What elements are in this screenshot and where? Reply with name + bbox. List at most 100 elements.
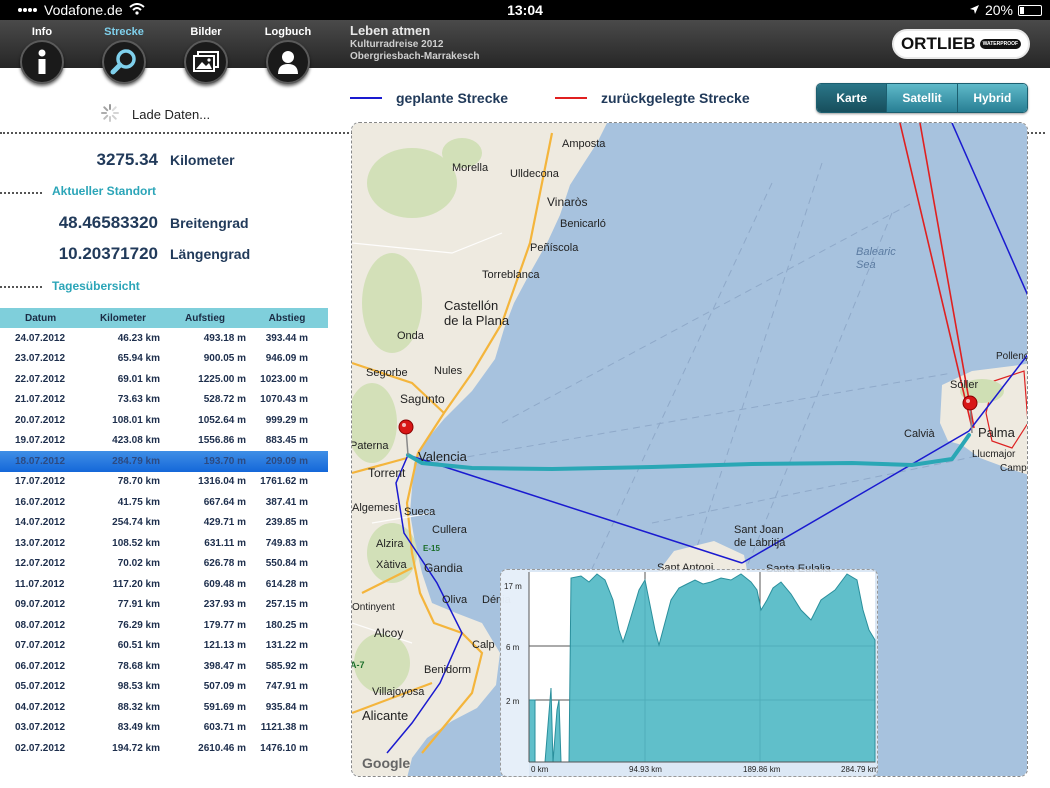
table-row[interactable]: 17.07.2012 78.70 km 1316.04 m 1761.62 m [0, 472, 328, 493]
table-row[interactable]: 20.07.2012 108.01 km 1052.64 m 999.29 m [0, 410, 328, 431]
logo-sub: WATERPROOF [979, 39, 1022, 49]
row-ascent: 493.18 m [203, 332, 246, 344]
row-ascent: 631.11 m [204, 537, 246, 549]
day-overview-table: Datum Kilometer Aufstieg Abstieg 24.07.2… [0, 308, 328, 768]
table-row[interactable]: 23.07.2012 65.94 km 900.05 m 946.09 m [0, 349, 328, 370]
table-row[interactable]: 22.07.2012 69.01 km 1225.00 m 1023.00 m [0, 369, 328, 390]
row-ascent: 121.13 m [203, 640, 246, 652]
row-distance: 254.74 km [112, 517, 160, 529]
carrier-name: Vodafone.de [44, 2, 123, 18]
spinner-icon [100, 103, 120, 126]
row-date: 18.07.2012 [15, 455, 66, 467]
elev-x-label-2: 189.86 km [743, 765, 781, 774]
row-descent: 1070.43 m [260, 394, 308, 406]
row-date: 17.07.2012 [15, 476, 66, 488]
row-descent: 946.09 m [265, 353, 308, 365]
row-descent: 749.83 m [265, 537, 308, 549]
map-label: Morella [452, 162, 489, 174]
row-descent: 585.92 m [265, 660, 308, 672]
wifi-icon [128, 2, 145, 18]
row-date: 19.07.2012 [15, 435, 66, 447]
row-date: 06.07.2012 [15, 660, 66, 672]
map-label: Cullera [432, 524, 468, 536]
table-header: Datum Kilometer Aufstieg Abstieg [0, 308, 328, 328]
row-distance: 65.94 km [117, 353, 160, 365]
elev-x-label-0: 0 km [531, 765, 549, 774]
trip-title-main: Leben atmen [350, 23, 431, 38]
tab-bilder[interactable]: Bilder [171, 20, 241, 84]
row-ascent: 1556.86 m [198, 435, 246, 447]
table-row[interactable]: 08.07.2012 76.29 km 179.77 m 180.25 m [0, 615, 328, 636]
table-row[interactable]: 06.07.2012 78.68 km 398.47 m 585.92 m [0, 656, 328, 677]
row-date: 12.07.2012 [15, 558, 66, 570]
app-screen: Vodafone.de 13:04 20% Info Strecke Bilde… [0, 0, 1050, 788]
longitude-value: 10.20371720 [58, 244, 158, 263]
row-ascent: 609.48 m [203, 578, 246, 590]
table-row[interactable]: 09.07.2012 77.91 km 237.93 m 257.15 m [0, 595, 328, 616]
row-ascent: 1316.04 m [198, 476, 246, 488]
table-row[interactable]: 02.07.2012 194.72 km 2610.46 m 1476.10 m [0, 738, 328, 759]
table-row[interactable]: 07.07.2012 60.51 km 121.13 m 131.22 m [0, 636, 328, 657]
map-label: Sóller [950, 379, 978, 391]
row-date: 09.07.2012 [15, 599, 66, 611]
map-label: Alzira [376, 538, 404, 550]
row-ascent: 193.70 m [203, 455, 246, 467]
tab-logbuch[interactable]: Logbuch [253, 20, 323, 84]
tab-info[interactable]: Info [7, 20, 77, 84]
map-label: Gandia [424, 561, 463, 575]
map-label: Pollença [996, 351, 1028, 362]
row-ascent: 398.47 m [203, 660, 246, 672]
elev-y-label-mid: 6 m [506, 643, 520, 652]
clock: 13:04 [507, 2, 543, 18]
header-date: Datum [25, 312, 57, 324]
table-row[interactable]: 04.07.2012 88.32 km 591.69 m 935.84 m [0, 697, 328, 718]
table-row[interactable]: 13.07.2012 108.52 km 631.11 m 749.83 m [0, 533, 328, 554]
table-row[interactable]: 14.07.2012 254.74 km 429.71 m 239.85 m [0, 513, 328, 534]
row-descent: 180.25 m [265, 619, 308, 631]
map-label: Segorbe [366, 367, 408, 379]
row-distance: 98.53 km [117, 681, 160, 693]
map-label: E-15 [423, 544, 440, 553]
elev-y-label-top: 17 m [504, 582, 522, 591]
table-row[interactable]: 11.07.2012 117.20 km 609.48 m 614.28 m [0, 574, 328, 595]
row-ascent: 900.05 m [203, 353, 246, 365]
row-date: 23.07.2012 [15, 353, 66, 365]
row-ascent: 667.64 m [203, 496, 246, 508]
row-date: 11.07.2012 [15, 578, 65, 590]
map-label: Sant Joan de Labritja [734, 524, 786, 549]
table-row[interactable]: 05.07.2012 98.53 km 507.09 m 747.91 m [0, 677, 328, 698]
map-label: Benidorm [424, 664, 471, 676]
row-date: 16.07.2012 [15, 496, 66, 508]
row-ascent: 179.77 m [203, 619, 246, 631]
row-descent: 387.41 m [265, 496, 308, 508]
row-descent: 550.84 m [265, 558, 308, 570]
map-label: Peñíscola [530, 242, 579, 254]
row-ascent: 2610.46 m [198, 742, 246, 754]
tab-strecke[interactable]: Strecke [89, 20, 159, 84]
longitude-label: Längengrad [170, 246, 251, 262]
map-type-karte[interactable]: Karte [817, 84, 887, 112]
table-row[interactable]: 21.07.2012 73.63 km 528.72 m 1070.43 m [0, 390, 328, 411]
table-row[interactable]: 12.07.2012 70.02 km 626.78 m 550.84 m [0, 554, 328, 575]
tab-info-label: Info [31, 26, 53, 38]
table-row[interactable]: 16.07.2012 41.75 km 667.64 m 387.41 m [0, 492, 328, 513]
location-heading: Aktueller Standort [52, 184, 157, 198]
map-type-satellit[interactable]: Satellit [886, 84, 957, 112]
map-label: Calp [472, 639, 495, 651]
elev-x-label-3: 284.79 km [841, 765, 878, 774]
row-distance: 88.32 km [117, 701, 160, 713]
table-row[interactable]: 18.07.2012 284.79 km 193.70 m 209.09 m [0, 451, 328, 472]
row-date: 21.07.2012 [15, 394, 66, 406]
table-row[interactable]: 24.07.2012 46.23 km 493.18 m 393.44 m [0, 328, 328, 349]
row-distance: 60.51 km [117, 640, 160, 652]
row-distance: 46.23 km [117, 332, 160, 344]
battery-percent: 20% [984, 2, 1013, 18]
map-label: Alicante [362, 708, 408, 723]
row-date: 14.07.2012 [15, 517, 66, 529]
table-row[interactable]: 03.07.2012 83.49 km 603.71 m 1121.38 m [0, 718, 328, 739]
map-label: Algemesí [352, 502, 398, 514]
overview-heading: Tagesübersicht [52, 279, 140, 293]
header-distance: Kilometer [99, 312, 147, 324]
map-type-hybrid[interactable]: Hybrid [956, 84, 1027, 112]
table-row[interactable]: 19.07.2012 423.08 km 1556.86 m 883.45 m [0, 431, 328, 452]
